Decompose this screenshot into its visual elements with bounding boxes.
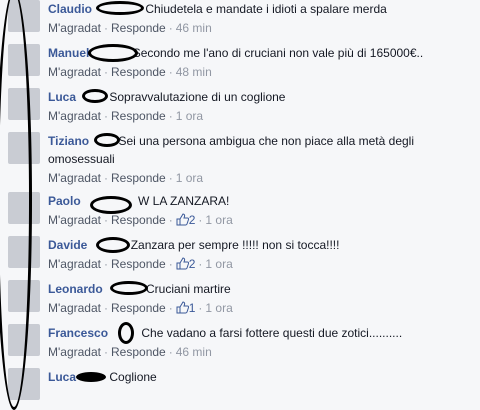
timestamp[interactable]: 1 ora (176, 171, 203, 185)
like-count[interactable]: 1 (176, 301, 196, 315)
reply-link[interactable]: Responde (111, 21, 166, 35)
like-count-value: 1 (188, 301, 196, 315)
reply-link[interactable]: Responde (111, 257, 166, 271)
separator-dot: · (168, 171, 173, 185)
comment-text: Secondo me l'ano di cruciani non vale pi… (132, 46, 424, 60)
separator-dot: · (104, 65, 108, 79)
timestamp[interactable]: 1 ora (205, 301, 232, 315)
redaction-oval (82, 89, 108, 103)
separator-dot: · (104, 213, 108, 227)
thumbs-up-icon (176, 213, 189, 226)
comment-author[interactable]: Leonardo (48, 282, 103, 296)
like-link[interactable]: M'agradat (48, 301, 101, 315)
separator-dot: · (168, 213, 173, 227)
comment-text: Cruciani martire (146, 282, 231, 296)
like-count-value: 2 (188, 257, 196, 271)
like-count[interactable]: 2 (176, 257, 196, 271)
redaction-oval (76, 372, 106, 382)
comment-item: Paolo W LA ZANZARA! M'agradat · Responde · 2… (0, 192, 480, 236)
redaction-oval (88, 44, 138, 62)
separator-dot: · (168, 301, 173, 315)
separator-dot: · (198, 257, 203, 271)
timestamp[interactable]: 46 min (176, 345, 212, 359)
like-link[interactable]: M'agradat (48, 345, 101, 359)
comment-item: Leonardo Cruciani martire M'agradat · Resp… (0, 280, 480, 324)
separator-dot: · (104, 345, 108, 359)
like-link[interactable]: M'agradat (48, 65, 101, 79)
timestamp[interactable]: 1 ora (205, 257, 232, 271)
timestamp[interactable]: 1 ora (205, 213, 232, 227)
comment-text: Coglione (109, 370, 157, 384)
like-link[interactable]: M'agradat (48, 213, 101, 227)
comment-text: Che vadano a farsi fottere questi due zo… (141, 326, 403, 340)
like-link[interactable]: M'agradat (48, 257, 101, 271)
comment-text: Chiudetela e mandate i idioti a spalare … (145, 2, 387, 16)
comment-author[interactable]: Claudio (48, 2, 92, 16)
reply-link[interactable]: Responde (111, 65, 166, 79)
comment-item: Davide Zanzara per sempre !!!!! non si t… (0, 236, 480, 280)
reply-link[interactable]: Responde (111, 301, 166, 315)
comment-author[interactable]: Luca (48, 90, 76, 104)
comment-text: Sopravvalutazione di un coglione (109, 90, 286, 104)
separator-dot: · (104, 109, 108, 123)
reply-link[interactable]: Responde (111, 171, 166, 185)
comment-text: W LA ZANZARA! (138, 194, 230, 208)
comment-author[interactable]: Tiziano (48, 134, 89, 148)
separator-dot: · (168, 345, 173, 359)
redaction-oval (96, 237, 130, 253)
separator-dot: · (168, 21, 173, 35)
redaction-oval (110, 281, 148, 295)
comment-item: Tiziano Sei una persona ambigua che non … (0, 132, 480, 192)
separator-dot: · (104, 21, 108, 35)
comment-item: Luca Sopravvalutazione di un coglione M'… (0, 88, 480, 132)
separator-dot: · (198, 213, 203, 227)
redaction-oval (118, 322, 134, 344)
like-link[interactable]: M'agradat (48, 171, 101, 185)
separator-dot: · (168, 257, 173, 271)
like-count-value: 2 (188, 213, 196, 227)
comment-author[interactable]: Manuel (48, 46, 89, 60)
comment-author[interactable]: Davide (48, 238, 87, 252)
separator-dot: · (104, 257, 108, 271)
separator-dot: · (198, 301, 203, 315)
like-count[interactable]: 2 (176, 213, 196, 227)
comment-author[interactable]: Francesco (48, 326, 108, 340)
timestamp[interactable]: 46 min (176, 21, 212, 35)
like-link[interactable]: M'agradat (48, 21, 101, 35)
comment-item: Manuel Secondo me l'ano di cruciani non … (0, 44, 480, 88)
comment-item: Francesco Che vadano a farsi fottere que… (0, 322, 480, 368)
like-link[interactable]: M'agradat (48, 109, 101, 123)
timestamp[interactable]: 48 min (176, 65, 212, 79)
comment-author[interactable]: Paolo (48, 194, 81, 208)
separator-dot: · (104, 171, 108, 185)
thumbs-up-icon (176, 257, 189, 270)
reply-link[interactable]: Responde (111, 213, 166, 227)
thumbs-up-icon (176, 301, 189, 314)
separator-dot: · (168, 65, 173, 79)
comment-feed: Claudio Chiudetela e mandate i idioti a … (0, 0, 480, 410)
comment-text: Zanzara per sempre !!!!! non si tocca!!!… (130, 238, 340, 252)
reply-link[interactable]: Responde (111, 109, 166, 123)
comment-item: Claudio Chiudetela e mandate i idioti a … (0, 0, 480, 44)
separator-dot: · (168, 109, 173, 123)
timestamp[interactable]: 1 ora (176, 109, 203, 123)
redaction-oval (94, 133, 120, 147)
reply-link[interactable]: Responde (111, 345, 166, 359)
redaction-oval (90, 196, 132, 214)
separator-dot: · (104, 301, 108, 315)
redaction-oval (96, 1, 144, 15)
comment-item: Luca Coglione (0, 368, 480, 400)
comment-author[interactable]: Luca (48, 370, 76, 384)
